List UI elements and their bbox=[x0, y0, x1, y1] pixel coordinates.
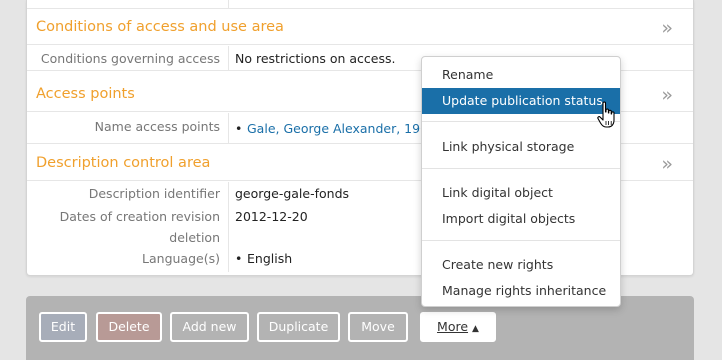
field-value: george-gale-fonds bbox=[235, 186, 350, 201]
row-divider bbox=[228, 0, 229, 9]
delete-button[interactable]: Delete bbox=[96, 312, 162, 342]
row-divider bbox=[228, 113, 229, 143]
menu-item-manage-rights-inheritance[interactable]: Manage rights inheritance bbox=[422, 278, 620, 304]
chevron-double-right-icon[interactable]: » bbox=[661, 17, 673, 39]
field-value: 2012-12-20 bbox=[235, 209, 308, 224]
section-title: Description control area bbox=[36, 155, 211, 171]
field-value: • English bbox=[235, 248, 292, 269]
chevron-double-right-icon[interactable]: » bbox=[661, 84, 673, 106]
hand-pointer-cursor-icon bbox=[597, 101, 615, 128]
add-new-button[interactable]: Add new bbox=[170, 312, 249, 342]
language-value: English bbox=[247, 251, 293, 266]
more-label: More bbox=[437, 319, 469, 334]
menu-item-update-publication-status[interactable]: Update publication status bbox=[422, 88, 620, 114]
name-access-point-link[interactable]: Gale, George Alexander, 190 bbox=[247, 121, 428, 136]
field-label: Conditions governing access bbox=[40, 51, 220, 66]
section-title: Access points bbox=[36, 86, 135, 102]
field-value: • Gale, George Alexander, 190 bbox=[235, 118, 428, 139]
menu-item-rename[interactable]: Rename bbox=[422, 62, 620, 88]
edit-button[interactable]: Edit bbox=[39, 312, 87, 342]
field-label: Description identifier bbox=[88, 186, 220, 201]
field-value: No restrictions on access. bbox=[235, 51, 396, 66]
move-button[interactable]: Move bbox=[348, 312, 408, 342]
row-divider bbox=[228, 182, 229, 272]
menu-separator bbox=[422, 168, 620, 169]
more-button[interactable]: More ▲ bbox=[420, 312, 496, 342]
menu-item-link-digital-object[interactable]: Link digital object bbox=[422, 180, 620, 206]
more-dropdown-menu: Rename Update publication status Link ph… bbox=[421, 56, 621, 307]
previous-row bbox=[27, 0, 693, 9]
section-title: Conditions of access and use area bbox=[36, 19, 284, 35]
menu-item-create-new-rights[interactable]: Create new rights bbox=[422, 252, 620, 278]
menu-item-import-digital-objects[interactable]: Import digital objects bbox=[422, 206, 620, 232]
bullet: • bbox=[235, 121, 243, 136]
row-divider bbox=[228, 46, 229, 70]
field-label-continued: deletion bbox=[169, 230, 220, 245]
section-conditions-header[interactable]: Conditions of access and use area » bbox=[27, 12, 693, 45]
chevron-double-right-icon[interactable]: » bbox=[661, 153, 673, 175]
menu-separator bbox=[422, 240, 620, 241]
caret-up-icon: ▲ bbox=[472, 324, 479, 334]
menu-item-link-physical-storage[interactable]: Link physical storage bbox=[422, 134, 620, 160]
duplicate-button[interactable]: Duplicate bbox=[257, 312, 340, 342]
field-label: Language(s) bbox=[142, 251, 220, 266]
field-label: Name access points bbox=[94, 119, 220, 134]
field-label: Dates of creation revision bbox=[59, 209, 220, 224]
bullet: • bbox=[235, 251, 243, 266]
menu-separator bbox=[422, 121, 620, 122]
